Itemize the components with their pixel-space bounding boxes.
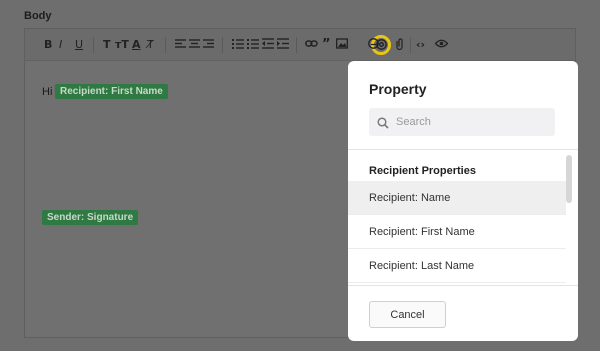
toolbar-divider bbox=[410, 37, 411, 53]
greeting-text: Hi bbox=[42, 86, 53, 98]
image-icon[interactable] bbox=[336, 38, 348, 52]
modal-title: Property bbox=[369, 81, 427, 97]
link-icon[interactable] bbox=[305, 38, 318, 52]
align-left-icon[interactable] bbox=[175, 38, 186, 52]
cancel-button[interactable]: Cancel bbox=[369, 301, 446, 328]
search-icon bbox=[377, 116, 389, 134]
toolbar-divider bbox=[93, 37, 94, 53]
attachment-icon[interactable] bbox=[395, 38, 404, 52]
code-view-icon[interactable]: ‹› bbox=[416, 38, 425, 52]
clear-format-button[interactable]: T̸ bbox=[147, 38, 154, 52]
property-item-recipient-first-name[interactable]: Recipient: First Name bbox=[348, 215, 566, 249]
modal-divider bbox=[348, 285, 578, 286]
property-list[interactable]: Recipient Properties Recipient: Name Rec… bbox=[348, 150, 578, 284]
body-field-label: Body bbox=[24, 10, 52, 22]
emoji-icon[interactable] bbox=[368, 38, 379, 52]
property-picker-modal: Property Recipient Properties Recipient:… bbox=[348, 61, 578, 341]
outdent-icon[interactable] bbox=[262, 38, 274, 52]
preview-eye-icon[interactable] bbox=[435, 38, 448, 52]
property-item-recipient-name[interactable]: Recipient: Name bbox=[348, 181, 566, 215]
text-color-button[interactable]: A bbox=[132, 38, 141, 52]
indent-icon[interactable] bbox=[277, 38, 289, 52]
underline-button[interactable]: U bbox=[75, 38, 83, 52]
search-box[interactable] bbox=[369, 108, 555, 136]
numbered-list-icon[interactable] bbox=[247, 38, 259, 52]
section-header-recipient-properties: Recipient Properties bbox=[369, 165, 476, 177]
text-format-button[interactable]: T bbox=[103, 38, 111, 52]
sender-signature-chip[interactable]: Sender: Signature bbox=[42, 210, 139, 225]
font-size-button[interactable]: тT bbox=[115, 38, 129, 52]
toolbar-divider bbox=[222, 37, 223, 53]
quote-icon[interactable]: ” bbox=[322, 38, 331, 52]
editor-toolbar: B I U T тT A T̸ ” ‹› bbox=[25, 29, 575, 61]
toolbar-divider bbox=[296, 37, 297, 53]
align-right-icon[interactable] bbox=[203, 38, 214, 52]
search-input[interactable] bbox=[396, 108, 546, 136]
bold-button[interactable]: B bbox=[44, 38, 52, 52]
align-center-icon[interactable] bbox=[189, 38, 200, 52]
recipient-first-name-chip[interactable]: Recipient: First Name bbox=[55, 84, 168, 99]
bullet-list-icon[interactable] bbox=[232, 38, 244, 52]
italic-button[interactable]: I bbox=[59, 38, 62, 52]
toolbar-divider bbox=[165, 37, 166, 53]
list-scrollbar[interactable] bbox=[566, 155, 572, 203]
property-item-recipient-last-name[interactable]: Recipient: Last Name bbox=[348, 249, 566, 283]
